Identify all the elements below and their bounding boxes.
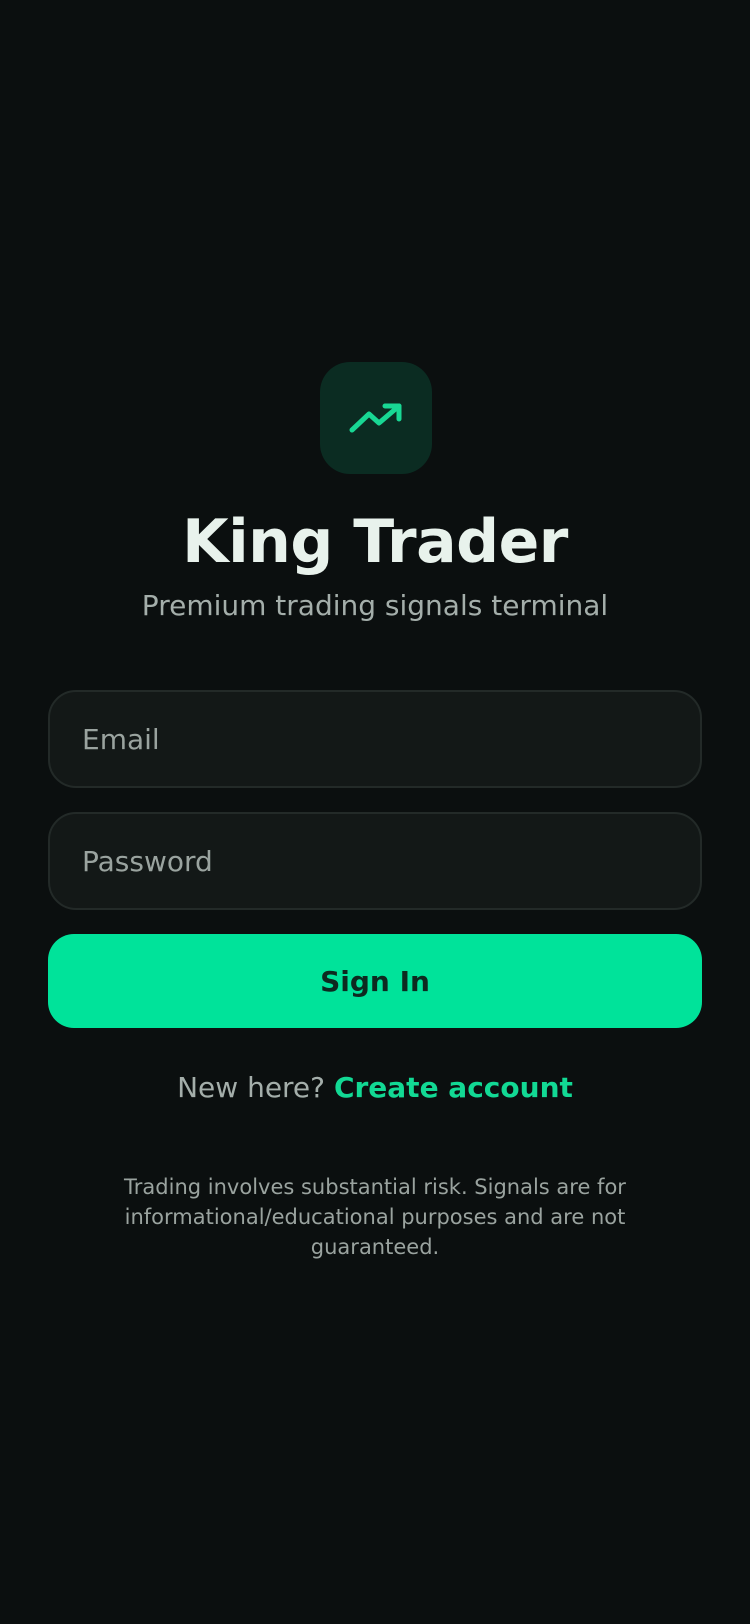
password-field[interactable] (48, 812, 702, 910)
app-logo (320, 362, 432, 474)
login-screen: King Trader Premium trading signals term… (0, 0, 750, 1624)
risk-disclaimer: Trading involves substantial risk. Signa… (124, 1175, 626, 1259)
trending-up-icon (349, 403, 402, 433)
app-title: King Trader (182, 507, 568, 577)
sign-in-button[interactable]: Sign In (48, 934, 702, 1028)
signup-prompt: New here? (177, 1071, 326, 1104)
email-field[interactable] (48, 690, 702, 788)
create-account-link[interactable]: Create account (334, 1071, 573, 1104)
app-subtitle: Premium trading signals terminal (141, 589, 609, 622)
signup-row: New here? Create account (0, 1068, 750, 1108)
